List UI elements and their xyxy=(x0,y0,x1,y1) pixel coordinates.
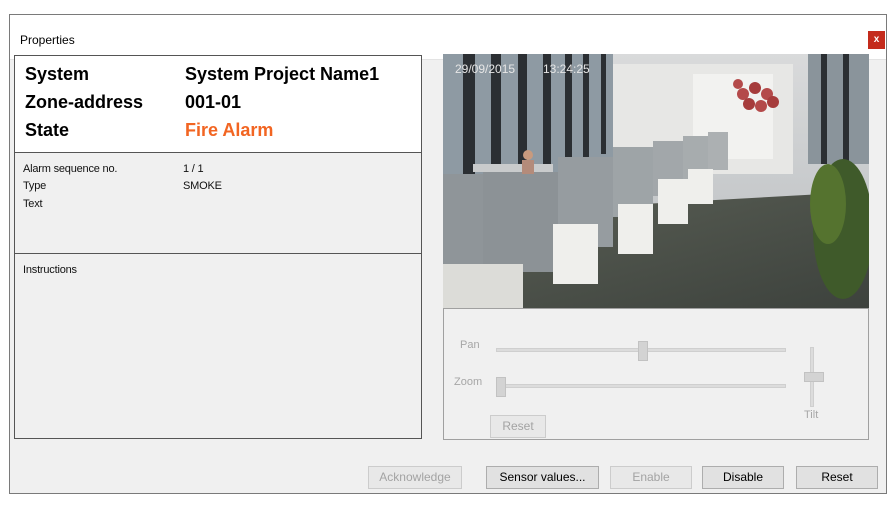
alarm-details-panel: Alarm sequence no. 1 / 1 Type SMOKE Text xyxy=(14,152,422,254)
text-label: Text xyxy=(23,198,43,210)
camera-date: 29/09/2015 xyxy=(455,62,516,76)
alarm-header-panel: System System Project Name1 Zone-address… xyxy=(14,55,422,153)
tilt-label: Tilt xyxy=(804,409,819,421)
system-value: System Project Name1 xyxy=(185,64,380,84)
pan-label: Pan xyxy=(460,339,480,351)
instructions-panel[interactable]: Instructions xyxy=(14,253,422,439)
alarm-sequence-value: 1 / 1 xyxy=(183,163,204,175)
type-label: Type xyxy=(23,180,47,192)
camera-feed: 29/09/2015 13:24:25 xyxy=(443,54,869,308)
type-value: SMOKE xyxy=(183,180,222,192)
alarm-sequence-label: Alarm sequence no. xyxy=(23,163,118,175)
reset-button[interactable]: Reset xyxy=(796,466,878,489)
window-title: Properties xyxy=(20,33,75,47)
zoom-slider-thumb[interactable] xyxy=(496,377,506,397)
camera-time: 13:24:25 xyxy=(543,62,590,76)
state-value: Fire Alarm xyxy=(185,120,274,140)
zone-address-label: Zone-address xyxy=(25,92,144,112)
ptz-controls-panel: Pan Zoom Tilt Reset xyxy=(443,308,869,440)
zone-address-value: 001-01 xyxy=(185,92,242,112)
instructions-label: Instructions xyxy=(23,264,77,276)
acknowledge-button[interactable]: Acknowledge xyxy=(368,466,462,489)
pan-slider-thumb[interactable] xyxy=(638,341,648,361)
disable-button[interactable]: Disable xyxy=(702,466,784,489)
state-label: State xyxy=(25,120,70,140)
close-button[interactable]: x xyxy=(868,31,885,49)
tilt-slider-thumb[interactable] xyxy=(804,372,824,382)
sensor-values-button[interactable]: Sensor values... xyxy=(486,466,599,489)
zoom-slider-track[interactable] xyxy=(496,384,786,388)
ptz-reset-button[interactable]: Reset xyxy=(490,415,546,438)
system-label: System xyxy=(25,64,90,84)
enable-button[interactable]: Enable xyxy=(610,466,692,489)
zoom-label: Zoom xyxy=(454,376,483,388)
camera-image xyxy=(443,54,869,308)
